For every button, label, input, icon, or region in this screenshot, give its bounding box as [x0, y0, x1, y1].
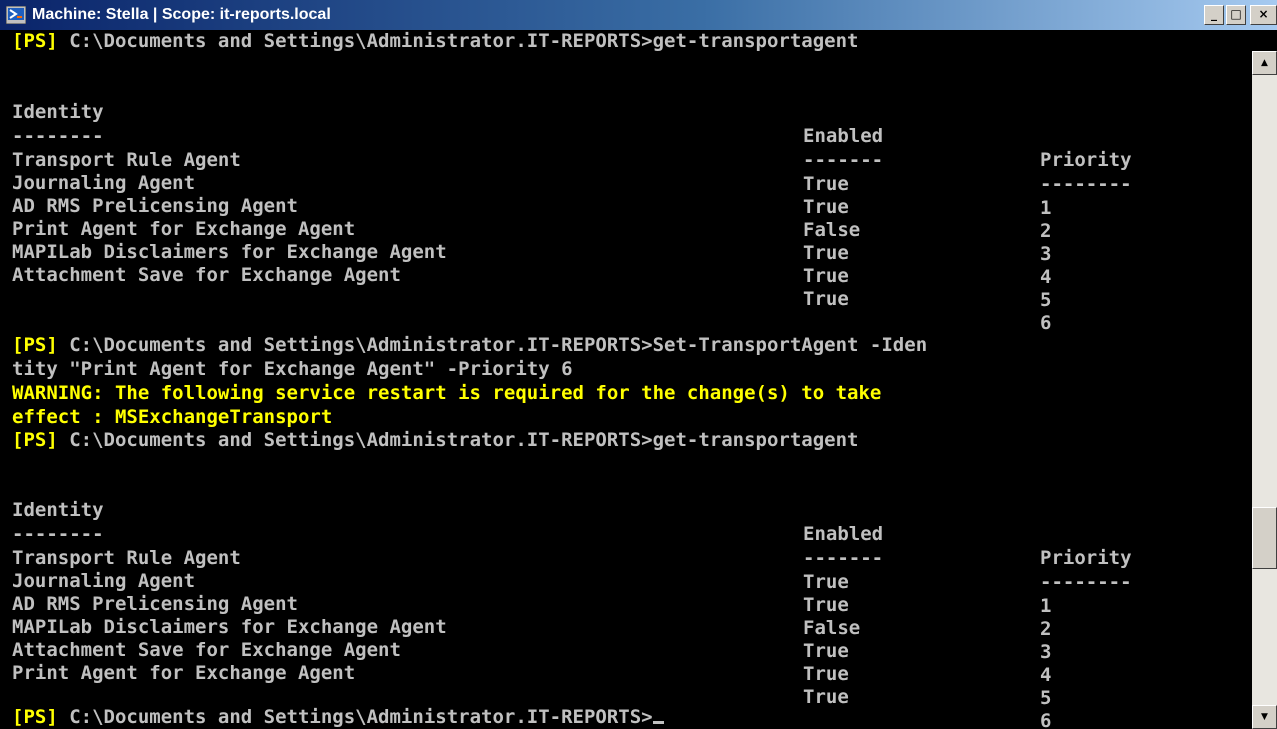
prompt-path: C:\Documents and Settings\Administrator.…: [57, 706, 653, 728]
table-row: Transport Rule Agent True 1: [12, 522, 1250, 617]
minimize-icon: _: [1211, 7, 1217, 21]
table-row: MAPILab Disclaimers for Exchange Agent T…: [12, 591, 1250, 686]
scroll-up-icon: ▲: [1261, 58, 1268, 68]
cell-enabled: True: [803, 663, 849, 685]
cell-identity: Print Agent for Exchange Agent: [12, 662, 356, 684]
table-header-row: Identity Enabled Priority: [12, 474, 1250, 569]
text-cursor: [652, 721, 664, 724]
cell-identity: Attachment Save for Exchange Agent: [12, 264, 401, 286]
close-button[interactable]: ×: [1250, 5, 1277, 25]
current-prompt-line[interactable]: [PS] C:\Documents and Settings\Administr…: [12, 705, 664, 729]
table-row: MAPILab Disclaimers for Exchange Agent T…: [12, 216, 1250, 311]
warning-message-continuation: effect : MSExchangeTransport: [12, 406, 333, 428]
prompt-tag: [PS]: [12, 334, 58, 356]
warning-message: WARNING: The following service restart i…: [12, 382, 882, 404]
cell-enabled: True: [803, 288, 849, 310]
console-output[interactable]: [PS] C:\Documents and Settings\Administr…: [12, 29, 1250, 729]
window-title: Machine: Stella | Scope: it-reports.loca…: [32, 6, 331, 23]
scrollbar-thumb[interactable]: [1252, 507, 1277, 569]
cell-priority: 5: [1040, 687, 1052, 709]
minimize-button[interactable]: _: [1204, 5, 1224, 25]
maximize-button[interactable]: □: [1226, 5, 1246, 25]
command-continuation: tity "Print Agent for Exchange Agent" -P…: [12, 358, 573, 380]
cell-priority: 5: [1040, 289, 1052, 311]
console-window: Machine: Stella | Scope: it-reports.loca…: [0, 0, 1277, 729]
table-row: Attachment Save for Exchange Agent True …: [12, 239, 1250, 334]
table-row: Print Agent for Exchange Agent True 6: [12, 637, 1250, 729]
prompt-tag: [PS]: [12, 30, 58, 52]
cell-priority: 4: [1040, 266, 1052, 288]
prompt-tag: [PS]: [12, 706, 58, 728]
table-row: AD RMS Prelicensing Agent False 3: [12, 170, 1250, 265]
table-row: AD RMS Prelicensing Agent False 3: [12, 568, 1250, 663]
maximize-icon: □: [1230, 7, 1242, 21]
table-row: Transport Rule Agent True 1: [12, 124, 1250, 219]
vertical-scrollbar[interactable]: ▲ ▼: [1252, 51, 1277, 729]
prompt-tag: [PS]: [12, 429, 58, 451]
scroll-up-button[interactable]: ▲: [1252, 51, 1277, 75]
scroll-down-button[interactable]: ▼: [1252, 705, 1277, 729]
table-header-underline: -------- ------- --------: [12, 100, 1250, 195]
table-row: Journaling Agent True 2: [12, 147, 1250, 242]
cell-enabled: True: [803, 265, 849, 287]
table-row: Journaling Agent True 2: [12, 545, 1250, 640]
command-text: get-transportagent: [652, 30, 859, 52]
prompt-path: C:\Documents and Settings\Administrator.…: [57, 429, 653, 451]
cell-enabled: True: [803, 686, 849, 708]
prompt-path: C:\Documents and Settings\Administrator.…: [57, 334, 653, 356]
cell-priority: 6: [1040, 710, 1052, 729]
table-row: Print Agent for Exchange Agent True 4: [12, 193, 1250, 288]
powershell-app-icon: [6, 6, 26, 24]
cell-priority: 4: [1040, 664, 1052, 686]
command-line: [PS] C:\Documents and Settings\Administr…: [12, 428, 859, 452]
table-header-underline: -------- ------- --------: [12, 498, 1250, 593]
table-header-row: Identity Enabled Priority: [12, 76, 1250, 171]
table-row: Attachment Save for Exchange Agent True …: [12, 614, 1250, 709]
prompt-path: C:\Documents and Settings\Administrator.…: [57, 30, 653, 52]
command-text: get-transportagent: [652, 429, 859, 451]
title-bar[interactable]: Machine: Stella | Scope: it-reports.loca…: [0, 0, 1277, 30]
close-icon: ×: [1258, 7, 1269, 21]
command-text: Set-TransportAgent -Iden: [652, 334, 928, 356]
command-line: [PS] C:\Documents and Settings\Administr…: [12, 29, 859, 53]
cell-priority: 6: [1040, 312, 1052, 334]
command-line: [PS] C:\Documents and Settings\Administr…: [12, 333, 927, 357]
scroll-down-icon: ▼: [1261, 712, 1268, 722]
